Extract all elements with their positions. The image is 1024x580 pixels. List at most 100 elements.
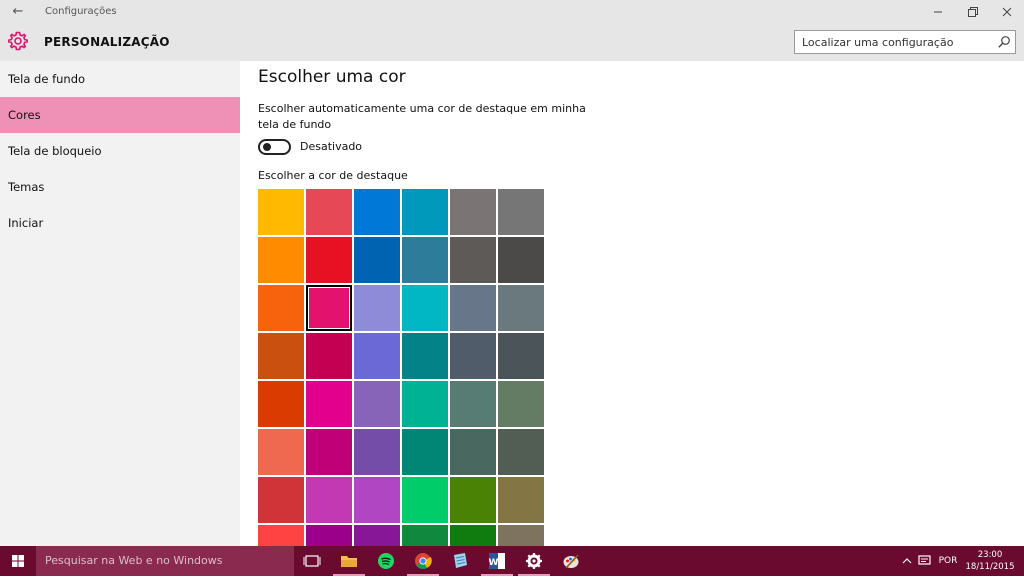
- settings-icon: [526, 553, 542, 569]
- spotify-icon: [378, 553, 394, 569]
- color-swatch[interactable]: [402, 333, 448, 379]
- color-swatch[interactable]: [258, 477, 304, 523]
- color-swatch[interactable]: [354, 525, 400, 546]
- color-swatch[interactable]: [450, 189, 496, 235]
- sidebar-item-cores[interactable]: Cores: [0, 97, 240, 133]
- color-swatch[interactable]: [306, 237, 352, 283]
- paint-icon: [563, 554, 579, 569]
- notifications-button[interactable]: [917, 546, 933, 576]
- file-explorer-button[interactable]: [331, 546, 367, 576]
- page-title: PERSONALIZAÇÃO: [44, 35, 170, 49]
- color-swatch[interactable]: [402, 477, 448, 523]
- color-swatch[interactable]: [258, 429, 304, 475]
- settings-search[interactable]: [794, 30, 1016, 54]
- close-icon: [1002, 7, 1012, 17]
- color-swatch[interactable]: [498, 333, 544, 379]
- sidebar: Tela de fundo Cores Tela de bloqueio Tem…: [0, 61, 240, 546]
- color-swatch[interactable]: [450, 381, 496, 427]
- main-content: Escolher uma cor Escolher automaticament…: [240, 61, 1024, 546]
- color-swatch[interactable]: [402, 189, 448, 235]
- color-swatch[interactable]: [450, 333, 496, 379]
- taskbar-search[interactable]: Pesquisar na Web e no Windows: [36, 546, 294, 576]
- color-swatch[interactable]: [306, 477, 352, 523]
- auto-accent-description: Escolher automaticamente uma cor de dest…: [258, 102, 586, 131]
- color-swatch[interactable]: [258, 189, 304, 235]
- minimize-icon: [934, 11, 942, 13]
- restore-icon: [968, 7, 978, 17]
- color-swatch[interactable]: [258, 333, 304, 379]
- word-button[interactable]: W: [479, 546, 515, 576]
- color-swatch[interactable]: [450, 285, 496, 331]
- color-swatch[interactable]: [306, 333, 352, 379]
- file-explorer-icon: [341, 556, 357, 567]
- color-swatch[interactable]: [450, 477, 496, 523]
- color-swatch[interactable]: [498, 237, 544, 283]
- close-button[interactable]: [990, 0, 1024, 24]
- clock-time: 23:00: [977, 550, 1003, 560]
- chrome-button[interactable]: [405, 546, 441, 576]
- notepad-button[interactable]: [442, 546, 478, 576]
- color-swatch[interactable]: [402, 525, 448, 546]
- toggle-state-label: Desativado: [300, 140, 363, 153]
- show-hidden-icons[interactable]: [900, 546, 914, 576]
- page-header: PERSONALIZAÇÃO: [0, 24, 1024, 61]
- color-swatch[interactable]: [354, 285, 400, 331]
- color-swatch[interactable]: [498, 429, 544, 475]
- color-swatch[interactable]: [450, 237, 496, 283]
- sidebar-item-tela-de-fundo[interactable]: Tela de fundo: [0, 61, 240, 97]
- color-swatch[interactable]: [258, 525, 304, 546]
- color-swatch[interactable]: [402, 381, 448, 427]
- color-swatch[interactable]: [354, 429, 400, 475]
- windows-logo-icon: [12, 555, 24, 567]
- color-swatch[interactable]: [354, 333, 400, 379]
- color-swatch[interactable]: [258, 237, 304, 283]
- auto-accent-toggle[interactable]: [258, 139, 291, 155]
- color-swatch[interactable]: [498, 525, 544, 546]
- task-view-button[interactable]: [294, 546, 330, 576]
- sidebar-item-iniciar[interactable]: Iniciar: [0, 205, 240, 241]
- search-input[interactable]: [795, 31, 990, 53]
- color-swatch[interactable]: [354, 189, 400, 235]
- notepad-icon: [454, 553, 467, 568]
- word-icon: W: [489, 553, 505, 569]
- clock[interactable]: 23:00 18/11/2015: [962, 546, 1018, 576]
- color-swatch[interactable]: [354, 381, 400, 427]
- settings-button[interactable]: [516, 546, 552, 576]
- taskbar: Pesquisar na Web e no Windows W POR 23:0…: [0, 546, 1024, 576]
- taskbar-search-placeholder: Pesquisar na Web e no Windows: [45, 554, 223, 567]
- color-swatch[interactable]: [306, 381, 352, 427]
- color-swatch[interactable]: [498, 477, 544, 523]
- color-swatch[interactable]: [306, 525, 352, 546]
- color-swatch[interactable]: [498, 189, 544, 235]
- color-swatch[interactable]: [450, 429, 496, 475]
- window-title: Configurações: [45, 6, 117, 17]
- color-swatch[interactable]: [258, 381, 304, 427]
- minimize-button[interactable]: [921, 0, 955, 24]
- color-swatch[interactable]: [354, 477, 400, 523]
- color-swatch[interactable]: [354, 237, 400, 283]
- paint-button[interactable]: [553, 546, 589, 576]
- back-button[interactable]: ←: [8, 3, 28, 21]
- color-swatch[interactable]: [402, 285, 448, 331]
- accent-color-label: Escolher a cor de destaque: [258, 169, 408, 182]
- sidebar-item-temas[interactable]: Temas: [0, 169, 240, 205]
- toggle-knob: [263, 143, 271, 151]
- chevron-up-icon: [902, 558, 912, 564]
- color-swatch[interactable]: [498, 381, 544, 427]
- start-button[interactable]: [0, 546, 36, 576]
- color-swatch[interactable]: [402, 237, 448, 283]
- title-bar: ← Configurações: [0, 0, 1024, 24]
- color-swatch[interactable]: [306, 285, 352, 331]
- language-indicator[interactable]: POR: [937, 546, 959, 576]
- spotify-button[interactable]: [368, 546, 404, 576]
- sidebar-item-tela-de-bloqueio[interactable]: Tela de bloqueio: [0, 133, 240, 169]
- color-swatch[interactable]: [498, 285, 544, 331]
- color-swatch[interactable]: [258, 285, 304, 331]
- color-swatch[interactable]: [306, 189, 352, 235]
- search-icon[interactable]: [997, 35, 1011, 49]
- accent-color-grid: [258, 189, 546, 546]
- color-swatch[interactable]: [306, 429, 352, 475]
- color-swatch[interactable]: [450, 525, 496, 546]
- restore-button[interactable]: [955, 0, 989, 24]
- color-swatch[interactable]: [402, 429, 448, 475]
